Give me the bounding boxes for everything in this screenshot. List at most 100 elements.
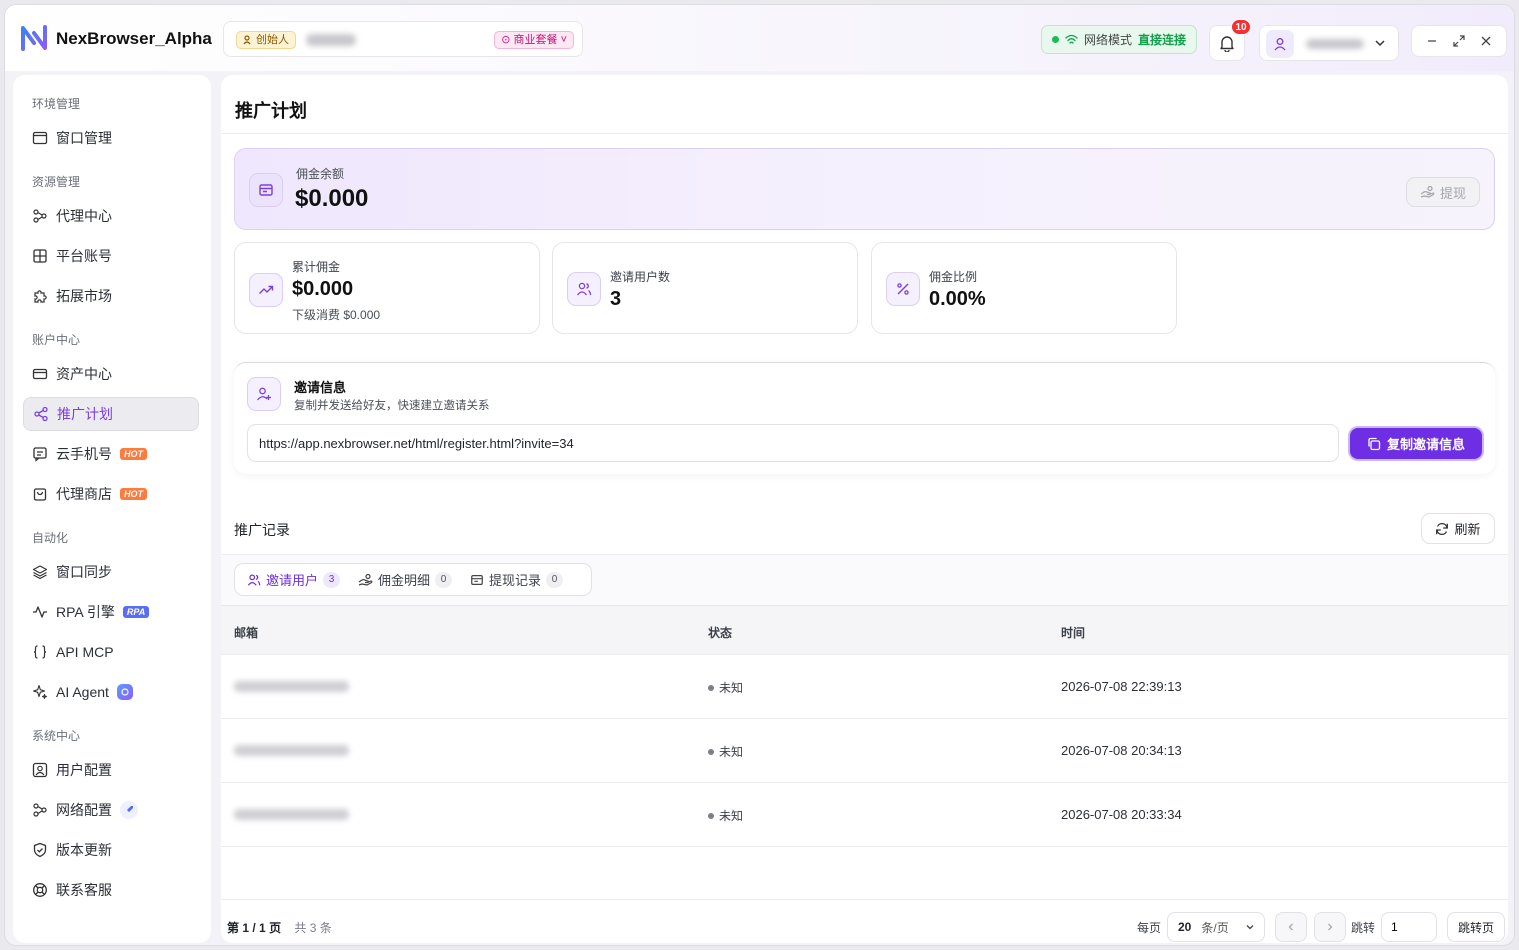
sidebar-item-window-management[interactable]: 窗口管理 (23, 121, 199, 155)
sidebar-item-user-config[interactable]: 用户配置 (23, 753, 199, 787)
status-dot (708, 812, 714, 819)
column-header-time[interactable]: 时间 (1061, 624, 1085, 641)
sidebar-section-title: 账户中心 (32, 333, 81, 347)
network-nodes-icon (33, 803, 47, 817)
trending-up-icon (249, 273, 283, 307)
user-settings-icon (32, 762, 48, 778)
chevron-down-icon (1246, 925, 1254, 930)
brand-logo-icon (21, 25, 47, 51)
table-header: 邮箱 状态 时间 (221, 605, 1508, 655)
plan-badge[interactable]: ⊙ 商业套餐 ˅ (494, 31, 574, 49)
wallet-card-icon (32, 368, 48, 380)
sidebar-item-platform-accounts[interactable]: 平台账号 (23, 239, 199, 273)
top-bar: NexBrowser_Alpha 创始人 ⊙ 商业套餐 ˅ 网络模式 直接连接 … (5, 5, 1514, 71)
invite-info-card: 邀请信息 复制并发送给好友，快速建立邀请关系 复制邀请信息 (234, 362, 1495, 474)
rocket-icon (120, 801, 138, 819)
life-buoy-icon (33, 883, 47, 897)
stat-value: 0.00% (929, 288, 986, 310)
brand-name: NexBrowser_Alpha (56, 29, 212, 48)
status-dot (1052, 36, 1059, 43)
hand-coins-icon (358, 573, 373, 586)
page-size-select[interactable]: 20 条/页 (1167, 912, 1265, 942)
app-window: NexBrowser_Alpha 创始人 ⊙ 商业套餐 ˅ 网络模式 直接连接 … (4, 4, 1515, 946)
email-redacted (234, 809, 349, 820)
sidebar-item-proxy-store[interactable]: 代理商店 HOT (23, 477, 199, 511)
sidebar-item-proxy-center[interactable]: 代理中心 (23, 199, 199, 233)
sidebar-item-version-update[interactable]: 版本更新 (23, 833, 199, 867)
network-nodes-icon (33, 209, 47, 223)
sidebar-item-cloud-phone[interactable]: 云手机号 HOT (23, 437, 199, 471)
invite-link-input[interactable] (247, 424, 1339, 462)
account-name-redacted (306, 34, 356, 46)
wallet-icon (249, 173, 283, 207)
puzzle-icon (34, 290, 47, 303)
username-redacted (1306, 39, 1364, 49)
tab-invited-users[interactable]: 邀请用户 3 (239, 564, 348, 595)
page-title: 推广计划 (235, 101, 307, 121)
minimize-icon[interactable] (1426, 35, 1438, 47)
main-content: 推广计划 佣金余额 $0.000 提现 累计佣金 $0.000 下级消费 $0.… (221, 75, 1508, 943)
status-dot (708, 684, 714, 691)
sidebar-item-promotion-plan[interactable]: 推广计划 (23, 397, 199, 431)
divider (221, 133, 1508, 134)
tab-count-badge: 0 (435, 571, 453, 588)
email-redacted (234, 745, 349, 756)
status-cell: 未知 (708, 743, 743, 760)
user-menu[interactable] (1259, 25, 1399, 61)
avatar (1266, 30, 1294, 58)
table-row[interactable]: 未知 2026-07-08 20:34:13 (221, 719, 1508, 783)
jump-page-input[interactable] (1381, 912, 1437, 942)
network-mode-indicator[interactable]: 网络模式 直接连接 (1041, 25, 1197, 54)
tab-withdraw-records[interactable]: 提现记录 0 (462, 564, 571, 595)
stat-label: 累计佣金 (292, 260, 341, 274)
window-controls (1411, 25, 1507, 57)
sidebar-item-contact-support[interactable]: 联系客服 (23, 873, 199, 907)
records-title: 推广记录 (234, 522, 290, 538)
prev-page-button[interactable] (1275, 912, 1307, 942)
sidebar-item-rpa-engine[interactable]: RPA 引擎 RPA (23, 595, 199, 629)
copy-invite-button[interactable]: 复制邀请信息 (1350, 428, 1482, 459)
browser-window-icon (32, 131, 48, 145)
sidebar-item-network-config[interactable]: 网络配置 (23, 793, 199, 827)
column-header-status[interactable]: 状态 (708, 624, 732, 641)
invite-description: 复制并发送给好友，快速建立邀请关系 (294, 400, 490, 412)
table-row[interactable]: 未知 2026-07-08 20:33:34 (221, 783, 1508, 847)
user-icon (1274, 38, 1286, 51)
records-tabs: 邀请用户 3 佣金明细 0 提现记录 0 (234, 563, 592, 596)
close-icon[interactable] (1480, 35, 1492, 47)
shield-check-icon (33, 842, 47, 858)
status-dot (708, 748, 714, 755)
share-icon (34, 406, 48, 422)
activity-icon (33, 606, 47, 618)
ai-badge-icon (116, 684, 133, 700)
pagination: 第 1 / 1 页 共 3 条 每页 20 条/页 跳转 跳转页 (221, 899, 1508, 943)
user-key-icon (243, 35, 251, 45)
time-cell: 2026-07-08 22:39:13 (1061, 679, 1182, 694)
balance-value: $0.000 (295, 185, 369, 212)
sidebar-item-asset-center[interactable]: 资产中心 (23, 357, 199, 391)
stat-subtext: 下级消费 $0.000 (292, 308, 381, 322)
time-cell: 2026-07-08 20:34:13 (1061, 743, 1182, 758)
status-cell: 未知 (708, 679, 743, 696)
tab-commission-details[interactable]: 佣金明细 0 (350, 564, 460, 595)
sidebar-section-title: 系统中心 (32, 729, 81, 743)
next-page-button[interactable] (1314, 912, 1346, 942)
jump-label: 跳转 (1351, 921, 1376, 935)
withdraw-button[interactable]: 提现 (1406, 177, 1480, 207)
column-header-email[interactable]: 邮箱 (234, 624, 258, 641)
sidebar-section-title: 环境管理 (32, 97, 81, 111)
shopping-bag-icon (33, 488, 47, 501)
account-selector[interactable]: 创始人 ⊙ 商业套餐 ˅ (223, 21, 583, 57)
page-info: 第 1 / 1 页 共 3 条 (227, 921, 332, 935)
table-row[interactable]: 未知 2026-07-08 22:39:13 (221, 655, 1508, 719)
sidebar-item-api-mcp[interactable]: API MCP (23, 635, 199, 669)
maximize-icon[interactable] (1453, 35, 1465, 47)
sidebar-item-ai-agent[interactable]: AI Agent (23, 675, 199, 709)
users-icon (567, 272, 601, 306)
sidebar-item-extension-market[interactable]: 拓展市场 (23, 279, 199, 313)
jump-page-button[interactable]: 跳转页 (1447, 912, 1505, 942)
copy-icon (1368, 437, 1381, 450)
sidebar-item-window-sync[interactable]: 窗口同步 (23, 555, 199, 589)
stat-value: $0.000 (292, 278, 354, 300)
refresh-button[interactable]: 刷新 (1421, 513, 1495, 544)
